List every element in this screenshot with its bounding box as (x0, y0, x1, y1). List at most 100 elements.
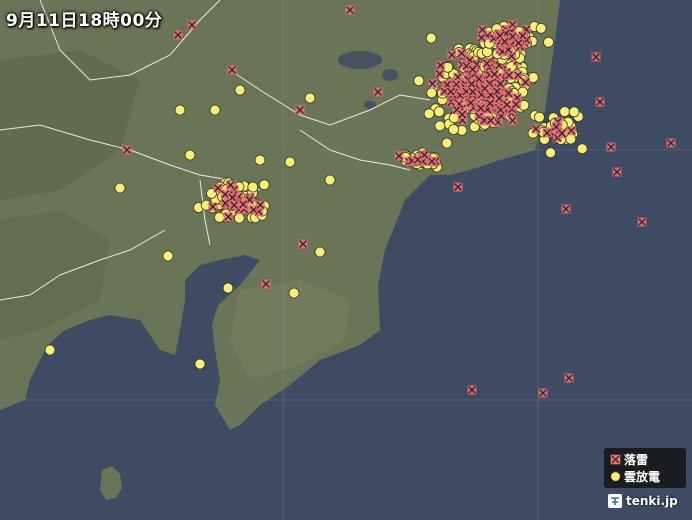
lightning-strike-marker (255, 200, 265, 210)
lightning-strike-marker (542, 128, 552, 138)
legend-row-cloud: 雲放電 (610, 468, 680, 485)
cloud-discharge-marker (258, 179, 270, 191)
cloud-discharge-marker (423, 108, 435, 120)
lightning-strike-marker (436, 60, 446, 70)
lightning-strike-marker (477, 33, 487, 43)
lightning-strike-marker (122, 145, 132, 155)
cloud-discharge-marker (434, 120, 446, 132)
tenki-logo-icon (608, 494, 622, 508)
cloud-discharge-marker (559, 106, 571, 117)
lightning-strike-marker (227, 65, 237, 75)
lightning-strike-marker (564, 373, 574, 383)
lightning-strike-marker (595, 97, 605, 107)
cloud-discharge-marker (184, 149, 196, 161)
lightning-strike-marker (261, 279, 271, 289)
lightning-strike-marker (413, 155, 423, 165)
lightning-strike-marker (538, 388, 548, 398)
lake (382, 69, 398, 81)
brand: tenki.jp (608, 494, 678, 508)
cloud-discharge-marker (425, 32, 437, 44)
lightning-strike-marker (238, 199, 248, 209)
lightning-strike-marker (511, 100, 521, 109)
lightning-strike-marker (373, 87, 383, 97)
cloud-discharge-marker (288, 287, 300, 299)
circle-dot-icon (610, 471, 621, 482)
cloud-discharge-marker (534, 111, 545, 123)
cloud-discharge-marker (233, 212, 245, 224)
lightning-strike-marker (428, 79, 437, 89)
cloud-discharge-marker (543, 36, 554, 48)
brand-label: tenki.jp (626, 494, 678, 508)
legend-strike-label: 落雷 (624, 453, 649, 467)
lightning-strike-marker (467, 79, 477, 89)
lightning-strike-marker (485, 98, 495, 108)
cloud-discharge-marker (234, 84, 246, 96)
lightning-strike-marker (606, 142, 616, 152)
cloud-discharge-marker (174, 104, 186, 116)
lightning-strike-marker (394, 151, 404, 161)
lightning-strike-marker (467, 385, 477, 395)
lightning-strike-marker (591, 52, 601, 62)
lightning-strike-marker (187, 20, 197, 30)
cloud-discharge-marker (565, 133, 577, 145)
lightning-strike-marker (495, 79, 505, 89)
lightning-strike-marker (514, 38, 524, 48)
lightning-strike-marker (220, 198, 230, 208)
lightning-strike-marker (513, 70, 523, 80)
cloud-discharge-marker (213, 211, 225, 223)
cloud-discharge-marker (44, 344, 56, 356)
lightning-strike-marker (504, 88, 513, 98)
lightning-strike-marker (466, 98, 476, 108)
legend: 落雷 雲放電 (604, 448, 686, 488)
cloud-discharge-marker (413, 75, 425, 87)
lightning-strike-marker (508, 20, 517, 30)
lightning-strike-marker (486, 116, 496, 125)
cloud-discharge-marker (324, 174, 336, 186)
lake (338, 51, 382, 69)
map-canvas (0, 0, 692, 520)
lightning-strike-marker (208, 202, 218, 212)
lightning-strike-marker (468, 64, 478, 74)
cloud-discharge-marker (222, 282, 234, 294)
lightning-strike-marker (504, 71, 514, 80)
cloud-discharge-marker (441, 137, 453, 149)
cloud-discharge-marker (448, 112, 460, 124)
lightning-strike-marker (476, 103, 486, 113)
lightning-strike-marker (435, 69, 445, 79)
lightning-strike-marker (489, 69, 499, 79)
cloud-discharge-marker (576, 143, 588, 155)
lightning-strike-marker (500, 37, 510, 46)
lightning-strike-marker (457, 110, 467, 119)
lightning-strike-marker (557, 128, 567, 138)
lightning-strike-marker (295, 105, 305, 115)
cloud-discharge-marker (254, 154, 266, 166)
lightning-strike-marker (229, 200, 239, 210)
x-cross-icon (610, 454, 621, 465)
cloud-discharge-marker (545, 147, 556, 159)
lightning-strike-marker (561, 204, 571, 214)
lightning-strike-marker (666, 138, 676, 148)
lightning-strike-marker (612, 167, 622, 177)
cloud-discharge-marker (284, 156, 296, 168)
cloud-discharge-marker (304, 92, 316, 104)
lightning-strike-marker (637, 217, 647, 227)
cloud-discharge-marker (426, 87, 438, 99)
lightning-strike-marker (482, 58, 492, 68)
lightning-strike-marker (226, 180, 236, 190)
lightning-strike-marker (298, 239, 308, 249)
lightning-map: 9月11日18時00分 落雷 雲放電 tenki.jp (0, 0, 692, 520)
lightning-strike-marker (453, 182, 463, 192)
lightning-strike-marker (502, 100, 512, 110)
lightning-strike-marker (446, 87, 456, 97)
lightning-strike-marker (468, 87, 478, 97)
lightning-strike-marker (173, 30, 183, 40)
cloud-discharge-marker (114, 182, 126, 194)
lightning-strike-marker (345, 5, 355, 15)
cloud-discharge-marker (448, 124, 460, 135)
lightning-strike-marker (531, 124, 541, 134)
legend-cloud-label: 雲放電 (624, 470, 661, 484)
cloud-discharge-marker (162, 250, 174, 262)
lightning-strike-marker (457, 48, 467, 58)
cloud-discharge-marker (194, 358, 206, 370)
cloud-discharge-marker (247, 181, 259, 193)
